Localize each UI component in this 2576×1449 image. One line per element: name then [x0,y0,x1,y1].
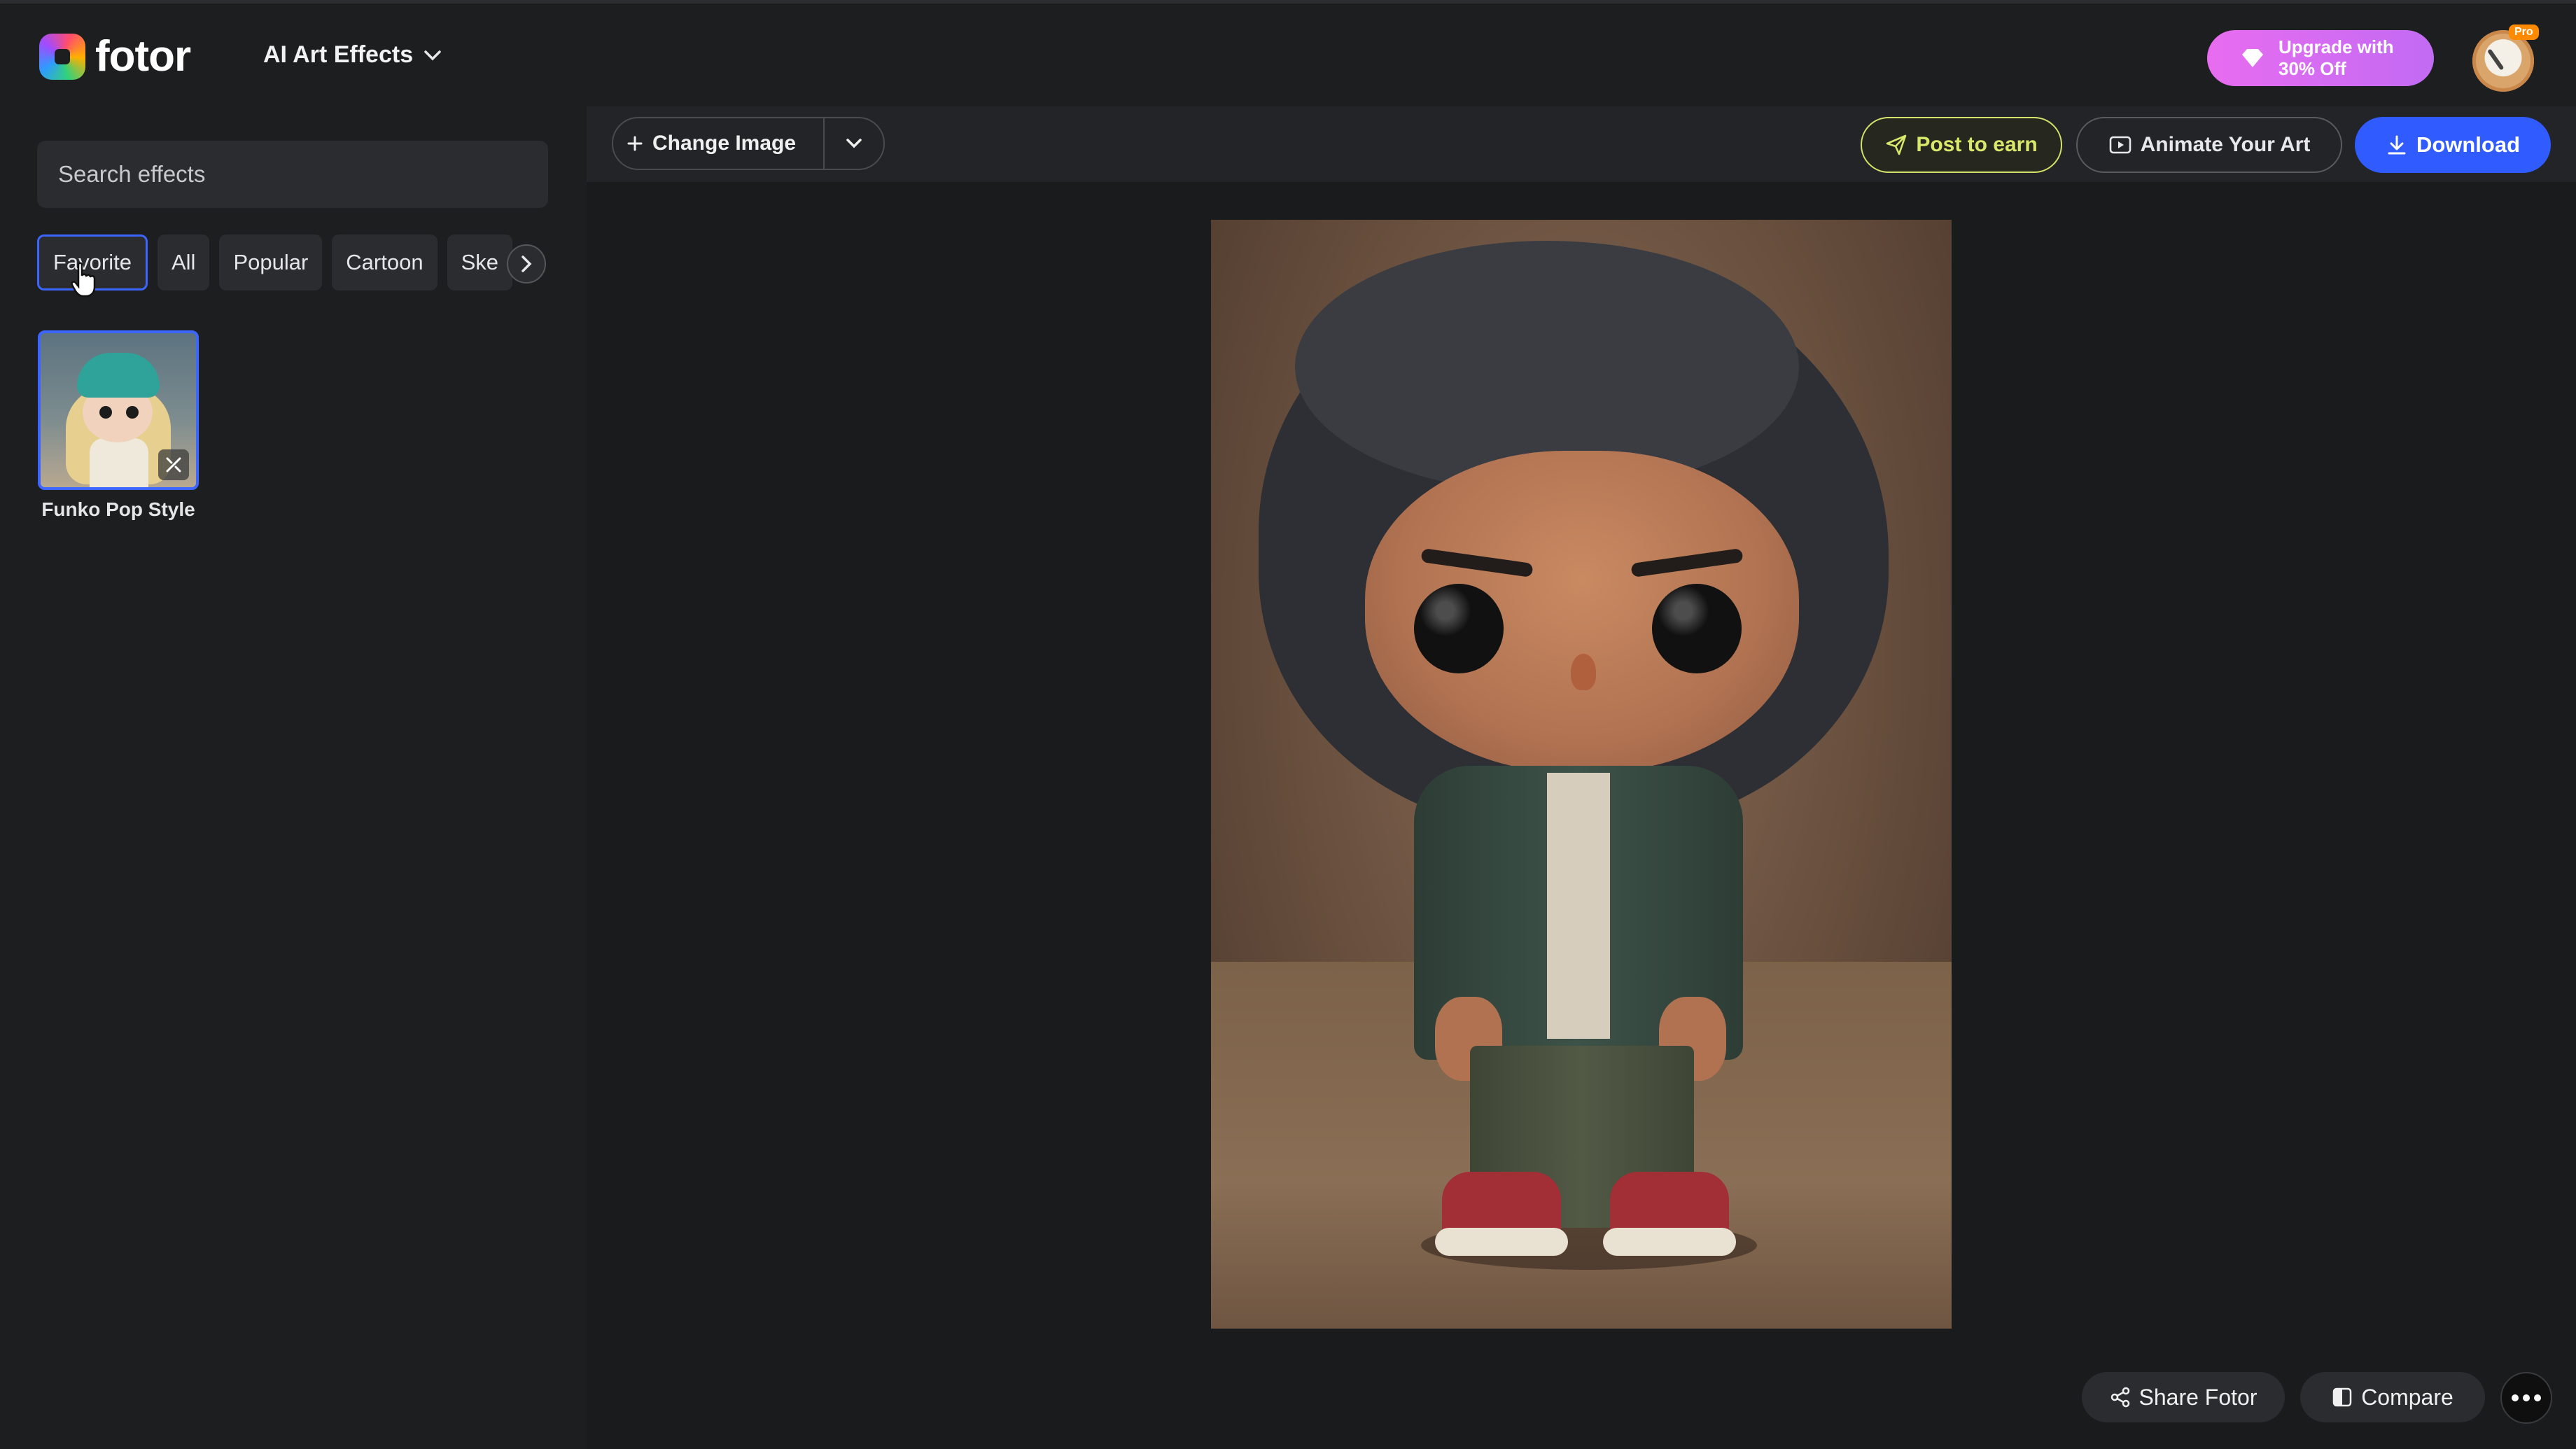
generated-image[interactable] [1211,220,1952,1329]
pro-badge: Pro [2509,24,2539,40]
effect-category-tabs: Favorite All Popular Cartoon Ske [37,234,550,290]
post-to-earn-label: Post to earn [1916,133,2038,156]
tab-cartoon[interactable]: Cartoon [332,234,438,290]
effect-thumbnail [38,330,199,490]
post-to-earn-button[interactable]: Post to earn [1861,117,2062,173]
menu-label: AI Art Effects [263,41,414,68]
tab-sketch[interactable]: Ske [447,234,513,290]
figure-eye-right [1652,584,1742,673]
animate-icon [2109,136,2131,154]
more-icon [2512,1394,2519,1401]
upgrade-button[interactable]: Upgrade with 30% Off [2207,30,2434,86]
change-image-dropdown[interactable] [825,118,883,169]
thumb-hat [77,353,160,398]
fotor-logo[interactable]: fotor [39,31,191,81]
effect-card-funko-pop[interactable]: Funko Pop Style [38,330,199,521]
canvas-toolbar: Change Image Post to earn Animate Your A… [587,106,2576,182]
upgrade-line-2: 30% Off [2278,58,2346,79]
compare-label: Compare [2361,1384,2454,1410]
compare-button[interactable]: Compare [2300,1372,2485,1422]
more-icon-dot [2534,1394,2541,1401]
plus-icon [627,136,643,151]
main-canvas-area: Change Image Post to earn Animate Your A… [587,106,2576,1449]
more-options-button[interactable] [2500,1372,2552,1424]
magic-wand-icon [166,457,181,472]
upgrade-line-1: Upgrade with [2278,36,2394,57]
cursor-pointer-icon [71,262,96,298]
share-icon [2110,1387,2129,1408]
chevron-right-icon [522,255,532,272]
ai-art-effects-menu[interactable]: AI Art Effects [263,41,442,69]
change-image-group: Change Image [612,117,885,170]
tabs-scroll-right-button[interactable] [507,244,546,284]
logo-mark-icon [39,33,85,80]
upgrade-text: Upgrade with 30% Off [2278,36,2394,80]
share-label: Share Fotor [2138,1384,2258,1410]
tab-all[interactable]: All [157,234,210,290]
change-image-label: Change Image [652,132,797,155]
effect-name: Funko Pop Style [41,498,195,520]
more-icon-dot [2523,1394,2530,1401]
figure-shirt [1547,773,1610,1039]
thumb-eye-left [99,406,112,419]
download-icon [2388,135,2406,155]
gem-icon [2242,49,2263,67]
search-effects-input[interactable] [37,141,548,208]
effect-edit-tool[interactable] [158,449,189,480]
figure-sole-right [1603,1228,1736,1256]
thumb-body [90,438,148,487]
share-fotor-button[interactable]: Share Fotor [2082,1372,2285,1422]
animate-label: Animate Your Art [2140,133,2311,156]
download-label: Download [2416,132,2521,157]
chevron-down-icon [424,50,441,60]
animate-your-art-button[interactable]: Animate Your Art [2076,117,2342,173]
compare-icon [2332,1387,2352,1407]
app-window: fotor AI Art Effects Upgrade with 30% Of… [0,0,2576,1449]
effects-sidebar: Favorite All Popular Cartoon Ske [0,106,587,1449]
change-image-button[interactable]: Change Image [613,118,823,169]
top-bar: fotor AI Art Effects Upgrade with 30% Of… [0,0,2576,106]
chevron-down-icon [846,139,862,148]
logo-text: fotor [95,32,191,80]
tab-popular[interactable]: Popular [219,234,323,290]
figure-eye-left [1414,584,1504,673]
figure-sole-left [1435,1228,1568,1256]
paper-plane-icon [1886,134,1907,155]
figure-nose [1571,654,1596,690]
thumb-eye-right [126,406,139,419]
download-button[interactable]: Download [2355,117,2551,173]
